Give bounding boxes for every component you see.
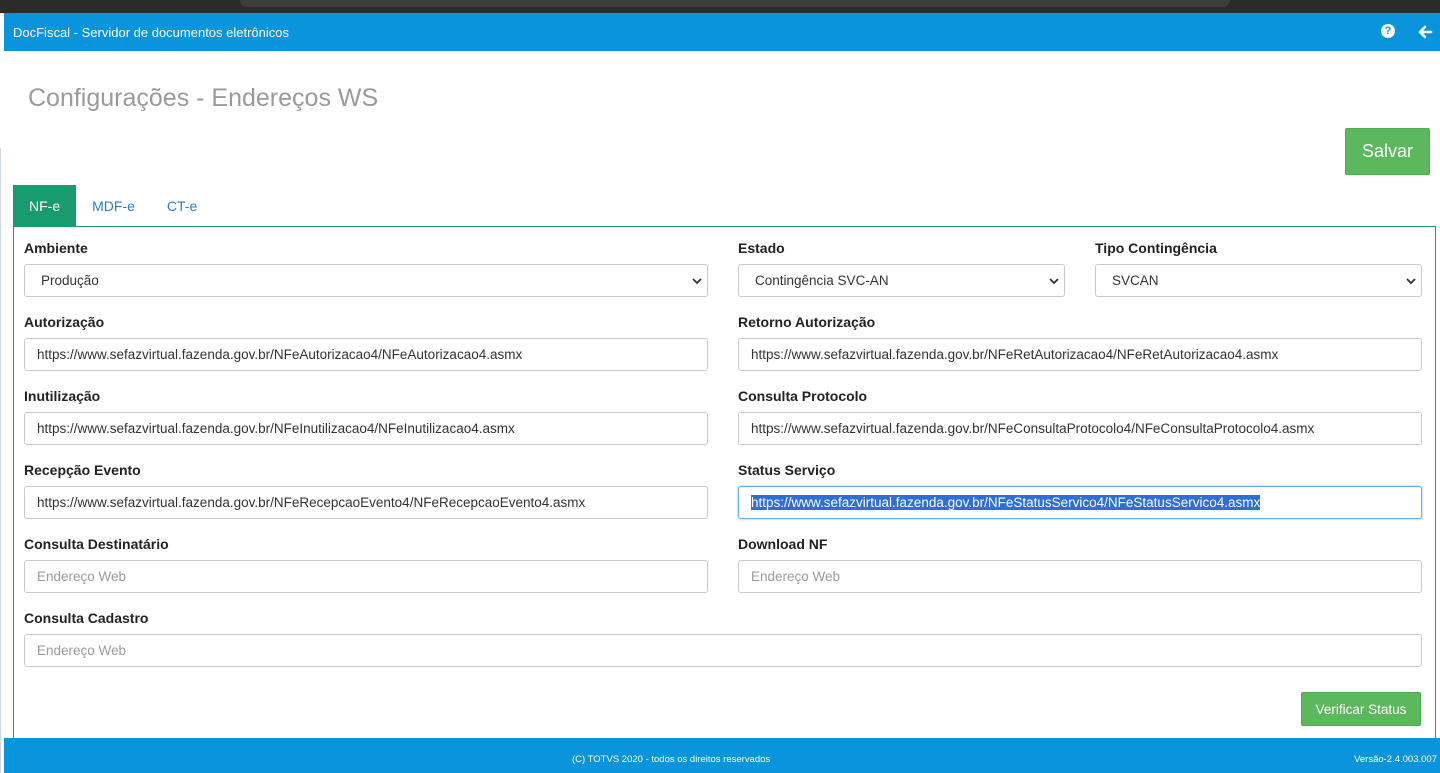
autorizacao-input[interactable]: https://www.sefazvirtual.fazenda.gov.br/…	[24, 338, 708, 371]
browser-chrome-strip	[0, 0, 1440, 13]
left-edge-divider	[0, 148, 4, 773]
chevron-down-icon	[1049, 278, 1059, 285]
estado-label: Estado	[738, 240, 785, 256]
inutilizacao-input[interactable]: https://www.sefazvirtual.fazenda.gov.br/…	[24, 412, 708, 445]
download-nf-label: Download NF	[738, 536, 828, 552]
consulta-cadastro-label: Consulta Cadastro	[24, 610, 149, 626]
estado-select[interactable]: Contingência SVC-AN	[738, 264, 1065, 297]
retorno-autorizacao-input[interactable]: https://www.sefazvirtual.fazenda.gov.br/…	[738, 338, 1422, 371]
arrow-left-icon[interactable]	[1417, 24, 1433, 40]
tab-mdfe[interactable]: MDF-e	[76, 185, 151, 227]
chevron-down-icon	[1406, 278, 1416, 285]
recepcao-evento-label: Recepção Evento	[24, 462, 141, 478]
tipo-contingencia-label: Tipo Contingência	[1095, 240, 1217, 256]
save-button[interactable]: Salvar	[1345, 128, 1430, 175]
status-servico-selected-text: https://www.sefazvirtual.fazenda.gov.br/…	[751, 495, 1261, 510]
verify-status-button[interactable]: Verificar Status	[1301, 692, 1421, 726]
status-servico-input[interactable]: https://www.sefazvirtual.fazenda.gov.br/…	[738, 486, 1422, 519]
tab-cte[interactable]: CT-e	[151, 185, 213, 227]
status-servico-label: Status Serviço	[738, 462, 836, 478]
app-title: DocFiscal - Servidor de documentos eletr…	[13, 25, 290, 40]
app-footer: (C) TOTVS 2020 - todos os direitos reser…	[4, 738, 1440, 773]
recepcao-evento-input[interactable]: https://www.sefazvirtual.fazenda.gov.br/…	[24, 486, 708, 519]
ambiente-value: Produção	[41, 273, 99, 288]
tab-bar: NF-e MDF-e CT-e	[13, 185, 213, 227]
ambiente-label: Ambiente	[24, 240, 88, 256]
consulta-protocolo-input[interactable]: https://www.sefazvirtual.fazenda.gov.br/…	[738, 412, 1422, 445]
retorno-autorizacao-label: Retorno Autorização	[738, 314, 876, 330]
page-title: Configurações - Endereços WS	[28, 84, 379, 112]
download-nf-input[interactable]: Endereço Web	[738, 560, 1422, 593]
consulta-protocolo-label: Consulta Protocolo	[738, 388, 868, 404]
ambiente-select[interactable]: Produção	[24, 264, 708, 297]
tab-nfe[interactable]: NF-e	[13, 185, 77, 227]
footer-copyright: (C) TOTVS 2020 - todos os direitos reser…	[572, 754, 771, 765]
inutilizacao-label: Inutilização	[24, 388, 101, 404]
consulta-cadastro-input[interactable]: Endereço Web	[24, 634, 1422, 667]
footer-version: Versão-2.4.003.007	[1354, 754, 1437, 765]
question-circle-icon[interactable]: ?	[1381, 24, 1395, 38]
consulta-destinatario-input[interactable]: Endereço Web	[24, 560, 708, 593]
tipo-contingencia-value: SVCAN	[1112, 273, 1159, 288]
chevron-down-icon	[692, 278, 702, 285]
tipo-contingencia-select[interactable]: SVCAN	[1095, 264, 1422, 297]
estado-value: Contingência SVC-AN	[755, 273, 889, 288]
consulta-destinatario-label: Consulta Destinatário	[24, 536, 169, 552]
browser-tab-strip	[240, 0, 1230, 7]
app-header: DocFiscal - Servidor de documentos eletr…	[4, 13, 1440, 51]
autorizacao-label: Autorização	[24, 314, 105, 330]
